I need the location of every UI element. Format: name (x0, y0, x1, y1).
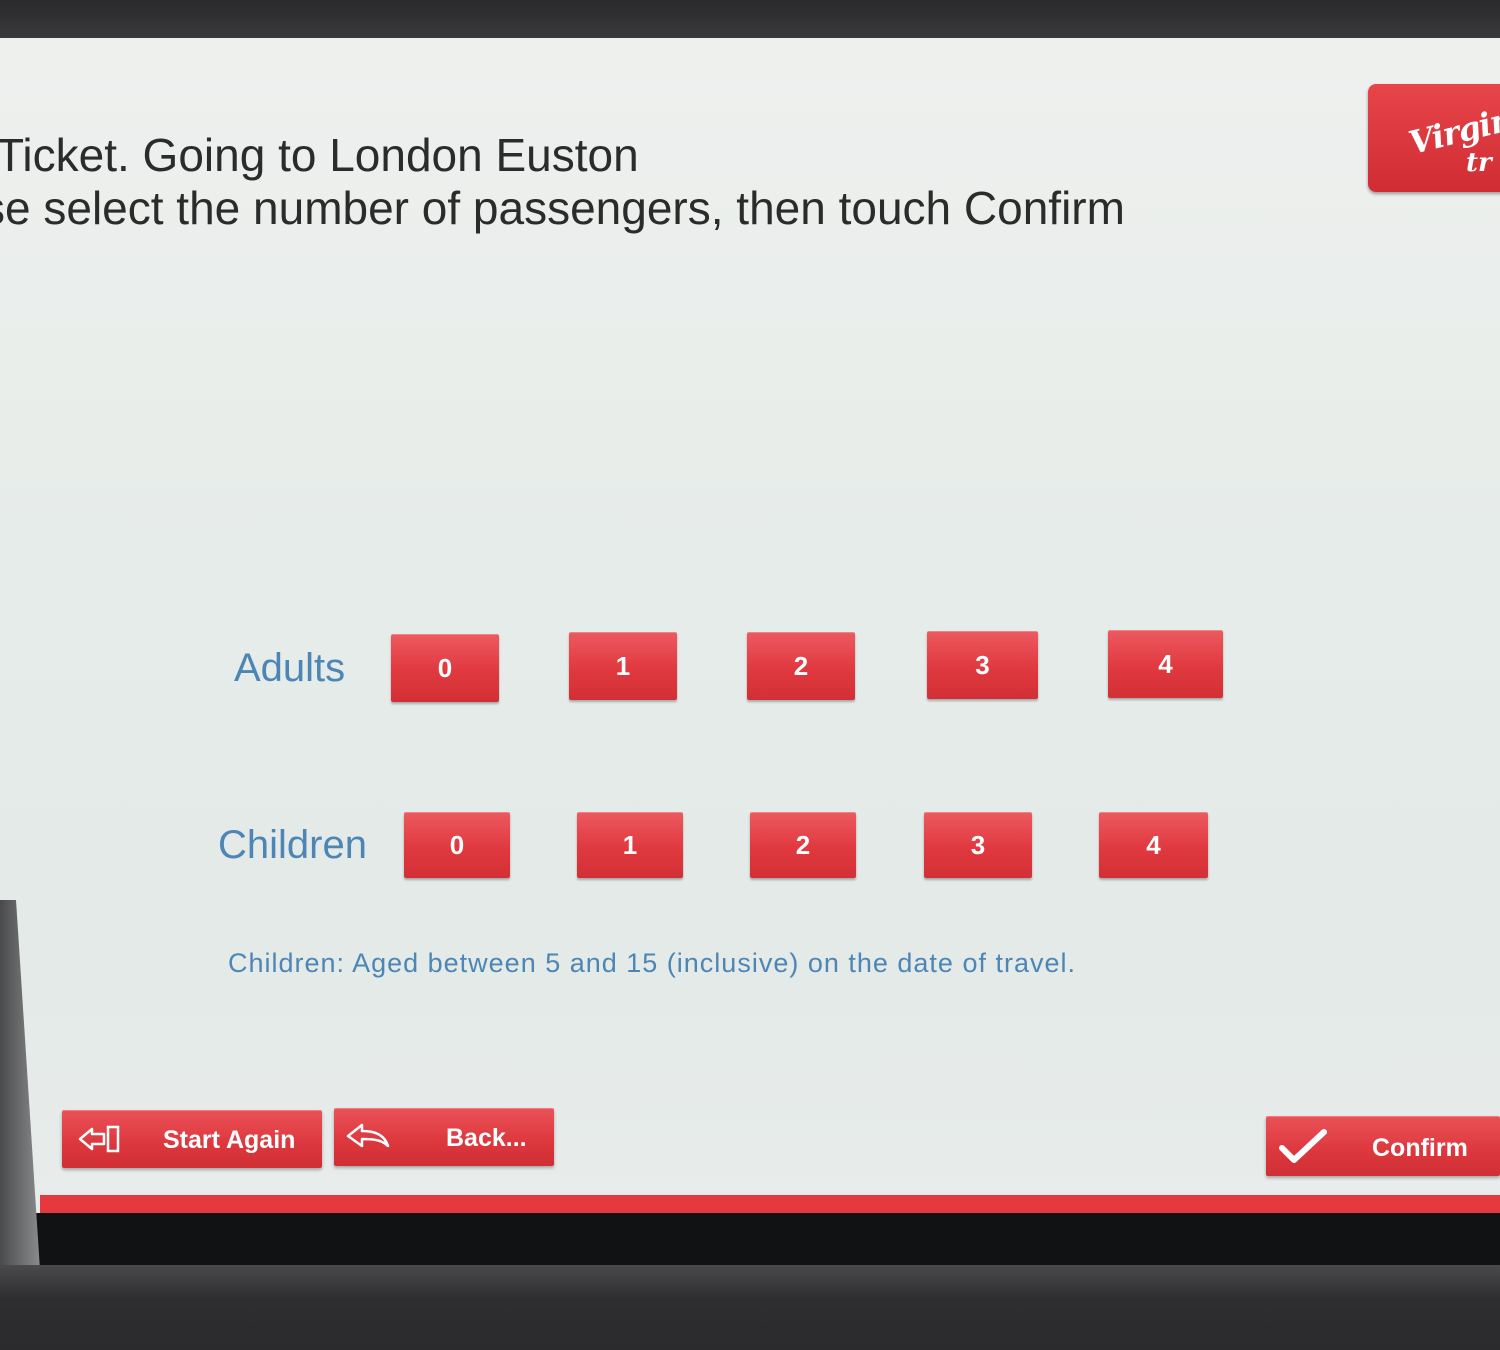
checkmark-icon (1278, 1128, 1328, 1170)
adults-option-1[interactable]: 1 (569, 632, 677, 700)
kiosk-screen: Ticket. Going to London Euston se select… (0, 38, 1500, 1213)
children-age-note: Children: Aged between 5 and 15 (inclusi… (228, 948, 1076, 978)
children-option-3[interactable]: 3 (924, 812, 1032, 878)
virgin-trains-logo: Virgin tr (1368, 84, 1500, 192)
children-option-0[interactable]: 0 (404, 812, 510, 878)
children-label: Children (218, 823, 367, 867)
start-again-label: Start Again (163, 1126, 296, 1154)
logo-sub-text: tr (1466, 148, 1492, 178)
adults-option-4[interactable]: 4 (1108, 630, 1223, 698)
adults-label: Adults (234, 646, 346, 690)
kiosk-bezel-bottom (0, 1265, 1500, 1350)
confirm-button[interactable]: Confirm (1266, 1116, 1500, 1176)
back-label: Back... (446, 1124, 527, 1152)
page-instruction: se select the number of passengers, then… (0, 182, 1125, 234)
children-option-2[interactable]: 2 (750, 812, 856, 878)
exit-arrow-icon (78, 1124, 122, 1160)
children-option-4[interactable]: 4 (1099, 812, 1208, 878)
adults-option-2[interactable]: 2 (747, 632, 855, 700)
kiosk-bezel-top (0, 0, 1500, 40)
adults-option-0[interactable]: 0 (391, 634, 499, 702)
confirm-label: Confirm (1372, 1134, 1468, 1162)
back-button[interactable]: Back... (334, 1108, 554, 1166)
screen-bottom-accent-strip (40, 1195, 1500, 1213)
screen-bottom-edge (20, 1213, 1500, 1273)
back-arrow-icon (346, 1122, 390, 1158)
start-again-button[interactable]: Start Again (62, 1110, 322, 1168)
children-option-1[interactable]: 1 (577, 812, 683, 878)
page-title: Ticket. Going to London Euston (0, 129, 639, 181)
adults-option-3[interactable]: 3 (927, 631, 1038, 699)
